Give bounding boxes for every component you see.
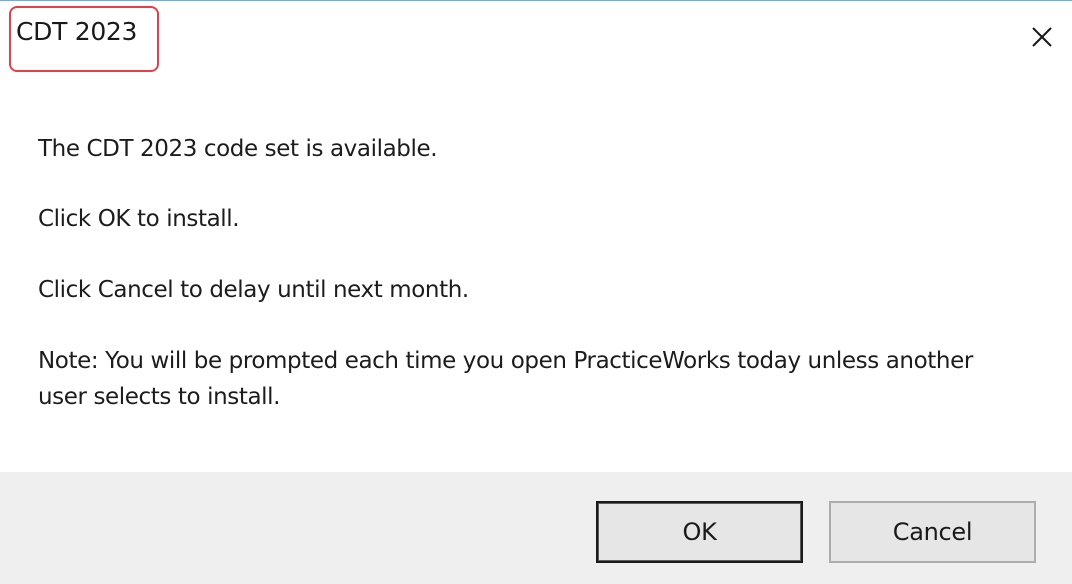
ok-button[interactable]: OK bbox=[596, 501, 803, 563]
title-highlight-box bbox=[9, 6, 159, 72]
message-cancel-instruction: Click Cancel to delay until next month. bbox=[38, 277, 469, 303]
message-note: Note: You will be prompted each time you… bbox=[38, 348, 973, 410]
message-available: The CDT 2023 code set is available. bbox=[38, 136, 438, 162]
message-ok-instruction: Click OK to install. bbox=[38, 206, 240, 232]
close-button[interactable] bbox=[1018, 13, 1066, 61]
cancel-button[interactable]: Cancel bbox=[829, 501, 1036, 563]
title-bar: CDT 2023 bbox=[0, 1, 1072, 79]
cdt-dialog: CDT 2023 The CDT 2023 code set is availa… bbox=[0, 0, 1072, 584]
close-icon bbox=[1031, 26, 1053, 48]
